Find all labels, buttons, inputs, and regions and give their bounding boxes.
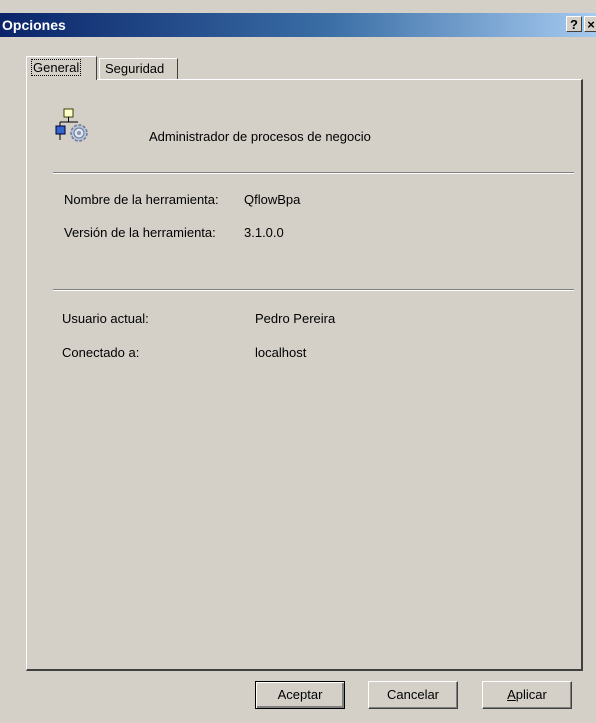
apply-label-rest: plicar [515,687,547,702]
separator-middle [53,289,574,291]
title-bar[interactable]: Opciones ? × [0,13,596,37]
apply-button[interactable]: Aplicar [482,681,572,709]
current-user-label: Usuario actual: [62,311,149,326]
tool-version-value: 3.1.0.0 [244,225,284,240]
tool-name-label: Nombre de la herramienta: [64,192,219,207]
tab-general[interactable]: General [26,56,97,80]
window-title: Opciones [2,17,66,33]
apply-accelerator: A [507,687,516,702]
tab-seguridad-label: Seguridad [105,61,165,76]
close-button[interactable]: × [584,16,596,32]
tab-panel-general: Administrador de procesos de negocio Nom… [26,79,583,671]
tool-version-label: Versión de la herramienta: [64,225,216,240]
tab-general-label: General [30,59,82,76]
ok-button[interactable]: Aceptar [255,681,345,709]
cancel-button[interactable]: Cancelar [368,681,458,709]
connected-to-label: Conectado a: [62,345,140,360]
separator-top [53,172,574,174]
options-dialog: Opciones ? × General Seguridad Administr… [0,0,596,723]
help-button[interactable]: ? [566,16,582,32]
tab-seguridad[interactable]: Seguridad [99,58,178,79]
current-user-value: Pedro Pereira [255,311,336,326]
tool-name-value: QflowBpa [244,192,301,207]
app-description: Administrador de procesos de negocio [149,129,371,144]
connected-to-value: localhost [255,345,307,360]
org-chart-gear-icon [54,108,90,144]
